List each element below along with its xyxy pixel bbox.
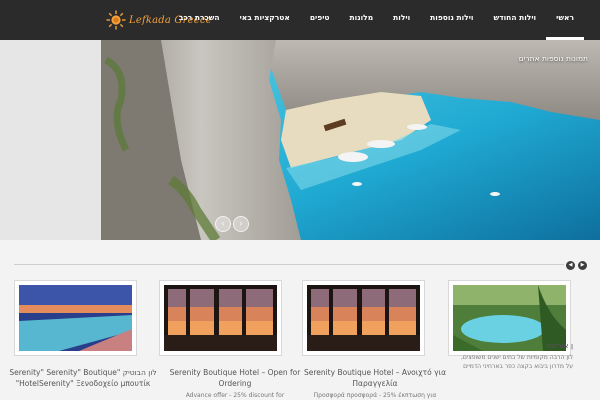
carousel-prev-icon[interactable]: ◀: [566, 261, 575, 270]
hero-slider[interactable]: תמונות נוספות אתרים ‹ ›: [101, 40, 600, 240]
listing-excerpt-serenity-english: Advance offer - 25% discount for: [185, 392, 285, 399]
slider-next-arrow-icon[interactable]: ›: [233, 216, 249, 232]
nav-hotels[interactable]: מלונות: [340, 0, 384, 40]
section-divider: [14, 264, 564, 265]
navagio-beach-photo: [101, 40, 600, 240]
nav-villas-of-month[interactable]: וילות החודש: [484, 0, 547, 40]
sun-logo-icon: [106, 10, 126, 30]
slider-prev-arrow-icon[interactable]: ‹: [215, 216, 231, 232]
carousel-next-icon[interactable]: ▶: [578, 261, 587, 270]
infinity-pool-dusk-photo: [19, 285, 132, 351]
listing-title-serenity-hebrew[interactable]: לון הבוטיק "Serenity" Serenity" Boutique…: [8, 367, 158, 400]
sunset-terrace-photo-2: [164, 285, 277, 351]
nav-car-rental[interactable]: השכרת רכב: [169, 0, 230, 40]
listing-card-serenity-greek[interactable]: [302, 280, 425, 356]
listing-card-serenity-english[interactable]: [159, 280, 282, 356]
listing-title-pool-villa[interactable]: ן אוריסס: [458, 340, 573, 351]
listing-card-serenity-hebrew[interactable]: [14, 280, 137, 356]
main-menu: ראשי וילות החודש וילות נוספות וילות מלונ…: [169, 0, 584, 40]
nav-tips[interactable]: טיפים: [300, 0, 340, 40]
listing-excerpt-pool-villa: לון הרבה מקומיות של בתים ישנים משופצים, …: [461, 354, 573, 370]
hero-caption: תמונות נוספות אתרים: [518, 54, 588, 63]
nav-home[interactable]: ראשי: [546, 0, 584, 40]
nav-villas[interactable]: וילות: [383, 0, 420, 40]
nav-attractions[interactable]: אטרקציות באי: [230, 0, 300, 40]
hero-side-panel: [0, 40, 101, 240]
listing-title-serenity-greek[interactable]: Serenity Boutique Hotel – Ανοιχτό για Πα…: [300, 367, 450, 389]
listing-title-serenity-english[interactable]: Serenity Boutique Hotel – Open for Order…: [165, 367, 305, 389]
nav-more-villas[interactable]: וילות נוספות: [420, 0, 483, 40]
listing-excerpt-serenity-greek: Προσφορά προσφορά - 25% έκπτωση για: [313, 392, 437, 399]
sunset-terrace-photo: [307, 285, 420, 351]
top-navigation-bar: Lefkada Greece ראשי וילות החודש וילות נו…: [0, 0, 600, 40]
